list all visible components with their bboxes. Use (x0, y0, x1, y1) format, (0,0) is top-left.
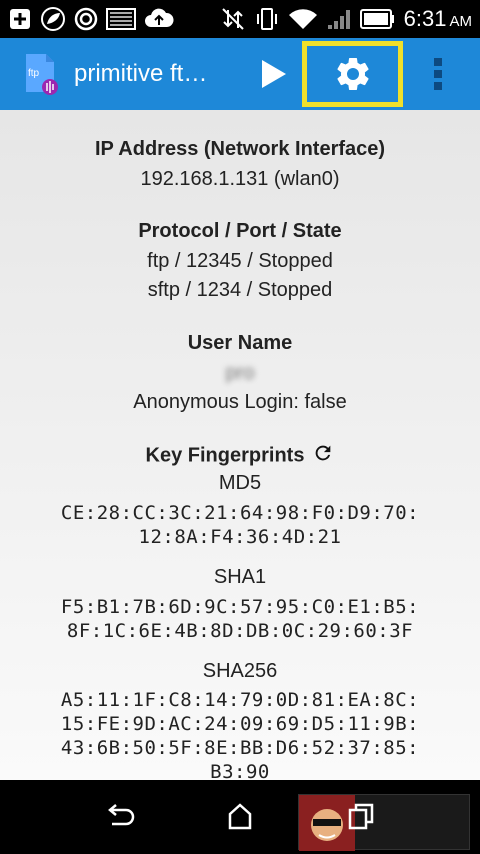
md5-label: MD5 (218, 472, 262, 494)
protocol-heading: Protocol / Port / State (138, 220, 342, 242)
key-fingerprints-heading: Key Fingerprints (0, 442, 480, 470)
refresh-icon[interactable] (312, 442, 334, 470)
vibrate-icon (256, 8, 277, 30)
data-off-icon (221, 8, 244, 30)
back-icon (108, 804, 135, 826)
md5-line-1: CE:28:CC:3C:21:64:98:F0:D9:70: (60, 502, 420, 524)
sha256-line-2: 15:FE:9D:AC:24:09:69:D5:11:9B: (60, 713, 420, 735)
ip-value: 192.168.1.131 (wlan0) (140, 168, 340, 190)
ip-heading: IP Address (Network Interface) (94, 138, 386, 160)
plus-box-icon (10, 9, 30, 29)
sha256-label: SHA256 (202, 660, 278, 682)
status-time: 6:31 AM (403, 6, 472, 31)
play-icon (262, 60, 286, 88)
sha256-line-1: A5:11:1F:C8:14:79:0D:81:EA:8C: (60, 689, 420, 711)
protocol-row-ftp: ftp / 12345 / Stopped (147, 250, 333, 272)
settings-button[interactable] (302, 41, 403, 107)
user-name-value: pro (225, 362, 255, 384)
key-fingerprints-label: Key Fingerprints (145, 444, 305, 467)
wifi-icon (288, 9, 317, 29)
leaf-icon (41, 7, 65, 31)
start-server-button[interactable] (258, 58, 288, 90)
battery-icon (359, 9, 394, 29)
status-left-icons (8, 7, 174, 31)
sha1-label: SHA1 (213, 566, 267, 588)
sha1-line-1: F5:B1:7B:6D:9C:57:95:C0:E1:B5: (60, 596, 420, 618)
sha1-line-2: 8F:1C:6E:4B:8D:DB:0C:29:60:3F (66, 620, 414, 642)
status-right-icons: 6:31 AM (220, 6, 472, 32)
navigation-bar (0, 780, 480, 854)
app-title: primitive ft… (74, 60, 208, 87)
home-icon (228, 803, 252, 830)
status-bar: 6:31 AM (0, 0, 480, 38)
overflow-menu-button[interactable] (428, 56, 448, 92)
recents-button[interactable] (342, 800, 382, 834)
back-button[interactable] (100, 800, 140, 834)
gear-icon (336, 57, 369, 90)
sha256-line-3: 43:6B:50:5F:8E:BB:D6:52:37:85: (60, 737, 420, 759)
sha256-line-4: B3:90 (210, 761, 270, 780)
signal-icon (327, 10, 350, 29)
cloud-upload-icon (145, 8, 174, 27)
recent-app-thumbnail (298, 794, 470, 851)
app-logo-icon: ftp (22, 52, 62, 96)
md5-line-2: 12:8A:F4:36:4D:21 (138, 526, 342, 548)
server-info-panel[interactable]: IP Address (Network Interface) 192.168.1… (0, 110, 480, 780)
more-vert-icon (434, 58, 442, 90)
sync-circle-icon (74, 7, 98, 31)
app-bar: ftp primitive ft… (0, 38, 480, 110)
home-button[interactable] (220, 800, 260, 834)
recents-icon (348, 803, 374, 830)
user-name-heading: User Name (187, 332, 293, 354)
svg-text:ftp: ftp (28, 68, 40, 79)
image-icon (106, 8, 136, 30)
anonymous-login: Anonymous Login: false (133, 391, 347, 413)
protocol-row-sftp: sftp / 1234 / Stopped (147, 279, 333, 301)
